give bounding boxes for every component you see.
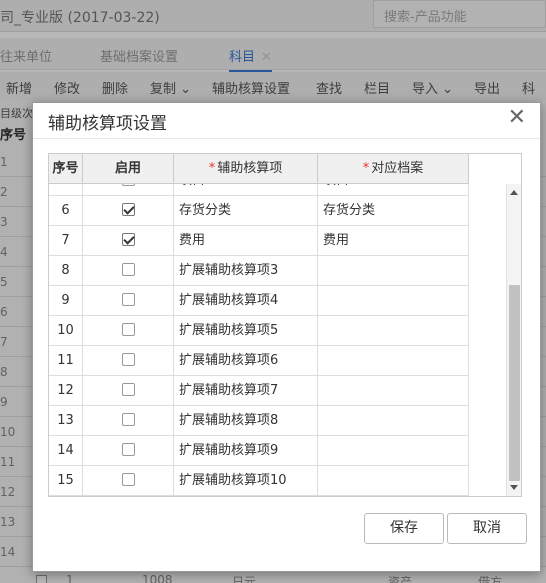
row-enabled-cell xyxy=(83,286,174,316)
row-seq: 6 xyxy=(49,196,83,226)
table-row[interactable]: 8 扩展辅助核算项3 xyxy=(49,256,469,286)
column-header-item: * 辅助核算项 xyxy=(174,154,318,184)
row-item[interactable]: 扩展辅助核算项10 xyxy=(174,466,318,496)
enabled-checkbox[interactable] xyxy=(121,203,135,216)
row-seq: 11 xyxy=(49,346,83,376)
row-seq: 9 xyxy=(49,286,83,316)
column-header-enabled: 启用 xyxy=(83,154,174,184)
enabled-checkbox[interactable] xyxy=(121,293,135,306)
table-row[interactable]: 5 项目 项目 xyxy=(49,184,469,196)
table-row[interactable]: 12 扩展辅助核算项7 xyxy=(49,376,469,406)
row-enabled-cell xyxy=(83,346,174,376)
row-doc[interactable] xyxy=(318,256,469,286)
table-row[interactable]: 13 扩展辅助核算项8 xyxy=(49,406,469,436)
enabled-checkbox[interactable] xyxy=(121,233,135,246)
row-item[interactable]: 扩展辅助核算项8 xyxy=(174,406,318,436)
row-doc[interactable] xyxy=(318,376,469,406)
row-enabled-cell xyxy=(83,436,174,466)
row-enabled-cell xyxy=(83,184,174,196)
column-header-doc: * 对应档案 xyxy=(318,154,469,184)
row-item[interactable]: 扩展辅助核算项4 xyxy=(174,286,318,316)
row-doc[interactable] xyxy=(318,286,469,316)
row-item[interactable]: 扩展辅助核算项3 xyxy=(174,256,318,286)
row-item[interactable]: 扩展辅助核算项7 xyxy=(174,376,318,406)
save-button[interactable]: 保存 xyxy=(364,513,444,544)
table-row[interactable]: 6 存货分类 存货分类 xyxy=(49,196,469,226)
row-item[interactable]: 存货分类 xyxy=(174,196,318,226)
row-item[interactable]: 扩展辅助核算项6 xyxy=(174,346,318,376)
enabled-checkbox[interactable] xyxy=(121,353,135,366)
cancel-button[interactable]: 取消 xyxy=(447,513,527,544)
aux-accounting-dialog: 辅助核算项设置 ✕ 序号 启用 *辅助核算项 *对应档案 5 项目 项目 6存货… xyxy=(32,102,541,572)
aux-items-grid: 序号 启用 *辅助核算项 *对应档案 5 项目 项目 6存货分类存货分类7费用费… xyxy=(48,153,522,497)
row-enabled-cell xyxy=(83,406,174,436)
row-item[interactable]: 扩展辅助核算项5 xyxy=(174,316,318,346)
enabled-checkbox[interactable] xyxy=(121,383,135,396)
row-enabled-cell xyxy=(83,226,174,256)
enabled-checkbox[interactable] xyxy=(121,263,135,276)
enabled-checkbox[interactable] xyxy=(121,184,135,186)
required-mark: * xyxy=(208,161,216,176)
table-row[interactable]: 14 扩展辅助核算项9 xyxy=(49,436,469,466)
vertical-scrollbar[interactable] xyxy=(506,184,521,496)
row-doc[interactable]: 存货分类 xyxy=(318,196,469,226)
row-seq: 7 xyxy=(49,226,83,256)
row-enabled-cell xyxy=(83,466,174,496)
row-seq: 8 xyxy=(49,256,83,286)
row-doc[interactable] xyxy=(318,316,469,346)
row-seq: 13 xyxy=(49,406,83,436)
column-header-seq: 序号 xyxy=(49,154,83,184)
row-seq: 10 xyxy=(49,316,83,346)
dialog-header: 辅助核算项设置 ✕ xyxy=(33,103,540,139)
dialog-title: 辅助核算项设置 xyxy=(48,114,167,134)
column-header-doc-label: 对应档案 xyxy=(371,161,424,176)
row-enabled-cell xyxy=(83,196,174,226)
table-row[interactable]: 15 扩展辅助核算项10 xyxy=(49,466,469,496)
grid-body: 5 项目 项目 6 存货分类存货分类 7 费用费用 8 扩展辅助核算项3 9 扩展辅助核算项4… xyxy=(49,184,469,496)
table-row[interactable]: 7 费用 费用 xyxy=(49,226,469,256)
enabled-checkbox[interactable] xyxy=(121,323,135,336)
row-doc[interactable] xyxy=(318,406,469,436)
row-doc[interactable] xyxy=(318,436,469,466)
row-seq: 12 xyxy=(49,376,83,406)
row-seq: 5 xyxy=(49,184,83,196)
row-enabled-cell xyxy=(83,316,174,346)
enabled-checkbox[interactable] xyxy=(121,473,135,486)
scrollbar-thumb[interactable] xyxy=(509,285,520,481)
row-enabled-cell xyxy=(83,256,174,286)
row-enabled-cell xyxy=(83,376,174,406)
row-doc[interactable]: 项目 xyxy=(318,184,469,196)
row-doc[interactable]: 费用 xyxy=(318,226,469,256)
table-row[interactable]: 11 扩展辅助核算项6 xyxy=(49,346,469,376)
close-icon[interactable]: ✕ xyxy=(508,105,526,130)
table-row[interactable]: 10 扩展辅助核算项5 xyxy=(49,316,469,346)
row-doc[interactable] xyxy=(318,466,469,496)
required-mark: * xyxy=(362,161,370,176)
row-item[interactable]: 费用 xyxy=(174,226,318,256)
scroll-down-icon[interactable] xyxy=(510,485,518,490)
grid-header: 序号 启用 * 辅助核算项 * 对应档案 xyxy=(49,154,469,184)
enabled-checkbox[interactable] xyxy=(121,413,135,426)
enabled-checkbox[interactable] xyxy=(121,443,135,456)
row-item[interactable]: 项目 xyxy=(174,184,318,196)
row-doc[interactable] xyxy=(318,346,469,376)
row-seq: 15 xyxy=(49,466,83,496)
row-item[interactable]: 扩展辅助核算项9 xyxy=(174,436,318,466)
scroll-up-icon[interactable] xyxy=(510,190,518,195)
row-seq: 14 xyxy=(49,436,83,466)
table-row[interactable]: 9 扩展辅助核算项4 xyxy=(49,286,469,316)
column-header-item-label: 辅助核算项 xyxy=(217,161,283,176)
